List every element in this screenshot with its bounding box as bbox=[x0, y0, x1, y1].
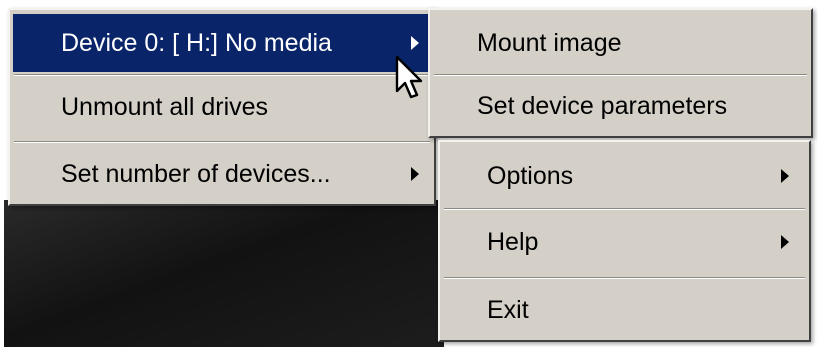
menu-item-device-0-label: Device 0: [ H:] No media bbox=[61, 28, 332, 57]
menu-item-help[interactable]: Help bbox=[443, 212, 806, 272]
desktop-background bbox=[4, 200, 444, 347]
tray-menu: Options Help Exit bbox=[438, 140, 811, 342]
menu-item-mount-image-label: Mount image bbox=[477, 28, 622, 57]
menu-separator bbox=[14, 74, 430, 76]
submenu-arrow-icon bbox=[411, 36, 419, 50]
menu-item-options-label: Options bbox=[487, 161, 574, 190]
menu-item-device-0[interactable]: Device 0: [ H:] No media bbox=[13, 14, 431, 72]
submenu-arrow-icon bbox=[781, 235, 789, 249]
device-submenu: Mount image Set device parameters bbox=[428, 8, 813, 138]
mouse-pointer-icon bbox=[395, 55, 423, 99]
menu-separator bbox=[434, 74, 807, 76]
main-context-menu: Device 0: [ H:] No media Unmount all dri… bbox=[8, 8, 436, 206]
menu-item-set-number-of-devices[interactable]: Set number of devices... bbox=[13, 145, 431, 203]
submenu-arrow-icon bbox=[781, 169, 789, 183]
menu-separator bbox=[444, 277, 805, 279]
menu-item-options[interactable]: Options bbox=[443, 146, 806, 206]
menu-item-help-label: Help bbox=[487, 227, 539, 256]
menu-item-mount-image[interactable]: Mount image bbox=[433, 14, 808, 72]
menu-item-set-device-parameters-label: Set device parameters bbox=[477, 91, 728, 120]
menu-item-exit[interactable]: Exit bbox=[443, 281, 806, 339]
menu-separator bbox=[14, 141, 430, 143]
menu-separator bbox=[444, 208, 805, 210]
menu-item-set-device-parameters[interactable]: Set device parameters bbox=[433, 78, 808, 134]
submenu-arrow-icon bbox=[411, 167, 419, 181]
menu-item-unmount-all-drives[interactable]: Unmount all drives bbox=[13, 78, 431, 136]
menu-item-set-number-of-devices-label: Set number of devices... bbox=[61, 159, 331, 188]
menu-item-unmount-all-drives-label: Unmount all drives bbox=[61, 92, 269, 121]
menu-item-exit-label: Exit bbox=[487, 295, 529, 324]
